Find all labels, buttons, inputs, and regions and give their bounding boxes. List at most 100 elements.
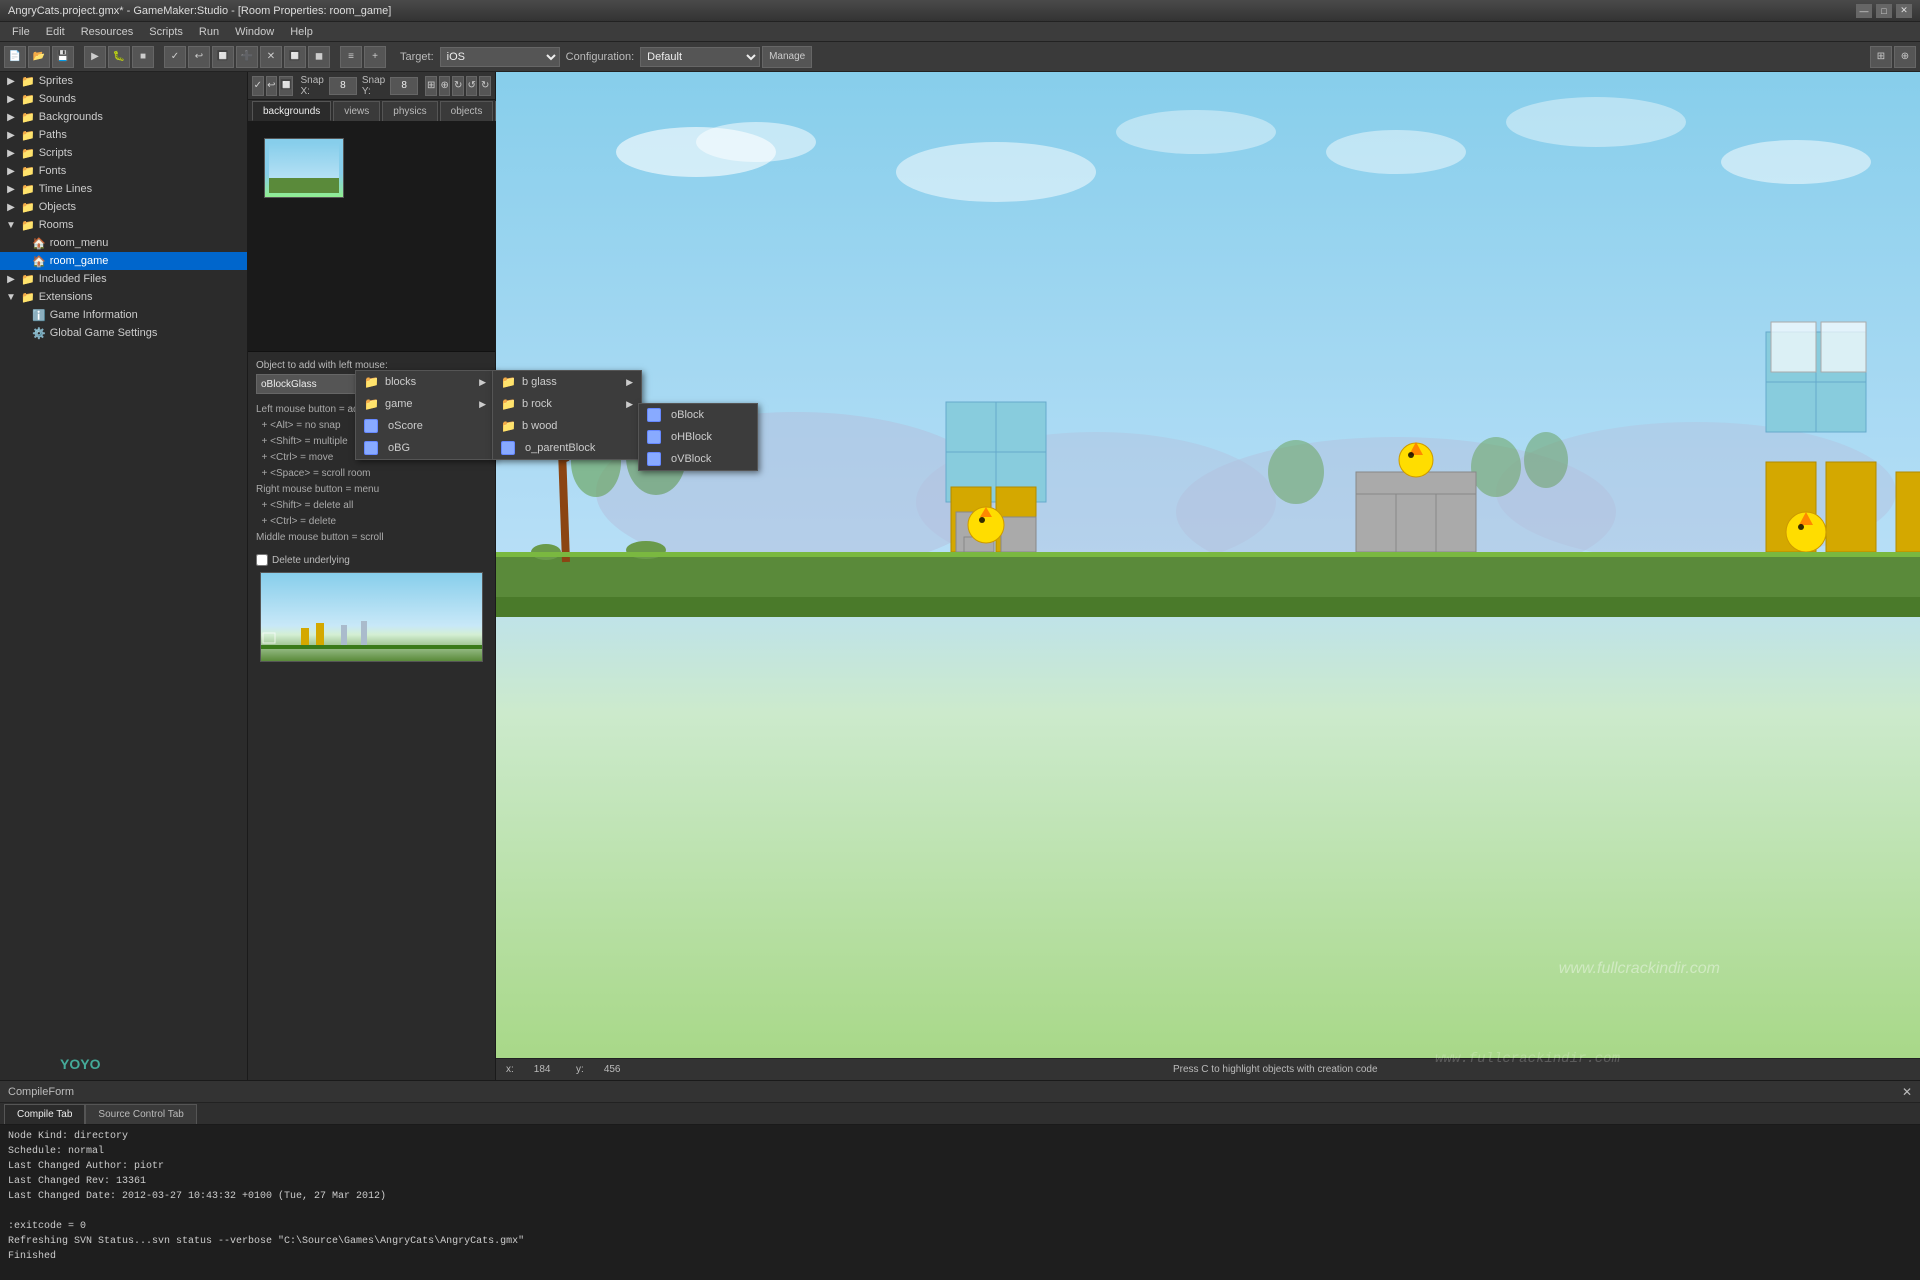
tree-objects[interactable]: ▶ 📁 Objects (0, 198, 247, 216)
inc-expand-icon: ▶ (4, 272, 18, 286)
context-menu-main[interactable]: 📁 blocks ▶ 📁 game ▶ oScore oBG (355, 370, 495, 460)
tree-global-settings[interactable]: ⚙️ Global Game Settings (0, 324, 247, 342)
ctx-item-oscore[interactable]: oScore (356, 415, 494, 437)
toolbar-save[interactable]: 💾 (52, 46, 74, 68)
target-select[interactable]: iOS Windows Android (440, 47, 560, 67)
ctx-bwood-folder-icon: 📁 (501, 419, 516, 433)
context-submenu-1[interactable]: 📁 b glass ▶ 📁 b rock ▶ 📁 b wood o_parent… (492, 370, 642, 460)
tree-rooms[interactable]: ▼ 📁 Rooms (0, 216, 247, 234)
inc-folder-icon: 📁 (21, 273, 35, 286)
sprites-folder-icon: 📁 (21, 75, 35, 88)
context-submenu-2[interactable]: oBlock oHBlock oVBlock (638, 403, 758, 471)
toolbar-stop[interactable]: ■ (132, 46, 154, 68)
sounds-folder-icon: 📁 (21, 93, 35, 106)
minimize-button[interactable]: — (1856, 4, 1872, 18)
toolbar-btn1[interactable]: ✓ (164, 46, 186, 68)
output-line-3: Last Changed Author: piotr (8, 1159, 1912, 1174)
mini-scene (261, 573, 482, 661)
tree-timelines[interactable]: ▶ 📁 Time Lines (0, 180, 247, 198)
mini-map[interactable] (260, 572, 483, 662)
snap-y-input[interactable] (390, 77, 418, 95)
room-tb-add[interactable]: 🔲 (279, 76, 293, 96)
bottom-panel: CompileForm ✕ Compile Tab Source Control… (0, 1080, 1920, 1280)
tree-paths[interactable]: ▶ 📁 Paths (0, 126, 247, 144)
tab-objects[interactable]: objects (440, 101, 494, 121)
toolbar-btn3[interactable]: 🔲 (212, 46, 234, 68)
ctx-sub2-ohblock[interactable]: oHBlock (639, 426, 757, 448)
close-button[interactable]: ✕ (1896, 4, 1912, 18)
output-line-2: Schedule: normal (8, 1144, 1912, 1159)
tab-backgrounds[interactable]: backgrounds (252, 101, 331, 121)
tree-fonts[interactable]: ▶ 📁 Fonts (0, 162, 247, 180)
room-tb-check[interactable]: ✓ (252, 76, 264, 96)
fonts-expand-icon: ▶ (4, 164, 18, 178)
main-area: ▶ 📁 Sprites ▶ 📁 Sounds ▶ 📁 Backgrounds ▶… (0, 72, 1920, 1080)
bottom-panel-close[interactable]: ✕ (1902, 1085, 1912, 1099)
tab-views[interactable]: views (333, 101, 380, 121)
tab-physics[interactable]: physics (382, 101, 437, 121)
ctx-sub2-oblock[interactable]: oBlock (639, 404, 757, 426)
ctx-bglass-label: b glass (522, 376, 557, 388)
toolbar-btn2[interactable]: ↩ (188, 46, 210, 68)
toolbar-btn4[interactable]: ➕ (236, 46, 258, 68)
tree-paths-label: Paths (39, 129, 67, 141)
ctx-item-blocks[interactable]: 📁 blocks ▶ (356, 371, 494, 393)
tree-room-game[interactable]: 🏠 room_game (0, 252, 247, 270)
room-tb-snap[interactable]: ⊕ (439, 76, 451, 96)
game-scene[interactable]: www.fullcrackindir.com (496, 72, 1920, 1058)
tree-extensions[interactable]: ▼ 📁 Extensions (0, 288, 247, 306)
output-line-1: Node Kind: directory (8, 1129, 1912, 1144)
tab-compile[interactable]: Compile Tab (4, 1104, 85, 1124)
room-tb-back[interactable]: ↩ (266, 76, 278, 96)
ctx-item-game[interactable]: 📁 game ▶ (356, 393, 494, 415)
bottom-panel-header: CompileForm ✕ (0, 1081, 1920, 1103)
tree-included-files[interactable]: ▶ 📁 Included Files (0, 270, 247, 288)
menu-resources[interactable]: Resources (73, 24, 142, 40)
room-tb-grid[interactable]: ⊞ (425, 76, 437, 96)
menu-scripts[interactable]: Scripts (141, 24, 191, 40)
ctx-sub1-bglass[interactable]: 📁 b glass ▶ (493, 371, 641, 393)
toolbar-btn5[interactable]: ✕ (260, 46, 282, 68)
ctx-sub2-ovblock[interactable]: oVBlock (639, 448, 757, 470)
menu-edit[interactable]: Edit (38, 24, 73, 40)
toolbar-crosshair[interactable]: ⊕ (1894, 46, 1916, 68)
tab-source-control[interactable]: Source Control Tab (85, 1104, 196, 1124)
ctx-ohblock-icon (647, 430, 661, 444)
tree-sprites[interactable]: ▶ 📁 Sprites (0, 72, 247, 90)
toolbar-grid[interactable]: ⊞ (1870, 46, 1892, 68)
tree-sounds[interactable]: ▶ 📁 Sounds (0, 90, 247, 108)
toolbar-new[interactable]: 📄 (4, 46, 26, 68)
status-bar: x: 184 y: 456 Press C to highlight objec… (496, 1058, 1920, 1080)
tree-scripts[interactable]: ▶ 📁 Scripts (0, 144, 247, 162)
toolbar-btn9[interactable]: + (364, 46, 386, 68)
menu-window[interactable]: Window (227, 24, 282, 40)
tree-game-info[interactable]: ℹ️ Game Information (0, 306, 247, 324)
scene-background-svg (496, 72, 1920, 1058)
window-controls[interactable]: — □ ✕ (1856, 4, 1912, 18)
tree-room-menu[interactable]: 🏠 room_menu (0, 234, 247, 252)
delete-underlying-checkbox[interactable] (256, 554, 268, 566)
config-select[interactable]: Default (640, 47, 760, 67)
toolbar-btn7[interactable]: ◼ (308, 46, 330, 68)
ctx-sub1-brock[interactable]: 📁 b rock ▶ (493, 393, 641, 415)
ctx-oscore-icon (364, 419, 378, 433)
toolbar-run[interactable]: ▶ (84, 46, 106, 68)
manage-button[interactable]: Manage (762, 46, 812, 68)
ctx-blocks-folder-icon: 📁 (364, 375, 379, 389)
ctx-sub1-bwood[interactable]: 📁 b wood (493, 415, 641, 437)
room-tb-r2[interactable]: ↺ (466, 76, 478, 96)
toolbar-btn8[interactable]: ≡ (340, 46, 362, 68)
room-tb-r3[interactable]: ↻ (479, 76, 491, 96)
menu-help[interactable]: Help (282, 24, 321, 40)
ctx-sub1-oparentblock[interactable]: o_parentBlock (493, 437, 641, 459)
menu-file[interactable]: File (4, 24, 38, 40)
tree-backgrounds[interactable]: ▶ 📁 Backgrounds (0, 108, 247, 126)
room-tb-r1[interactable]: ↻ (452, 76, 464, 96)
ctx-item-obg[interactable]: oBG (356, 437, 494, 459)
toolbar-debug[interactable]: 🐛 (108, 46, 130, 68)
toolbar-open[interactable]: 📂 (28, 46, 50, 68)
toolbar-btn6[interactable]: 🔲 (284, 46, 306, 68)
maximize-button[interactable]: □ (1876, 4, 1892, 18)
snap-x-input[interactable] (329, 77, 357, 95)
menu-run[interactable]: Run (191, 24, 227, 40)
